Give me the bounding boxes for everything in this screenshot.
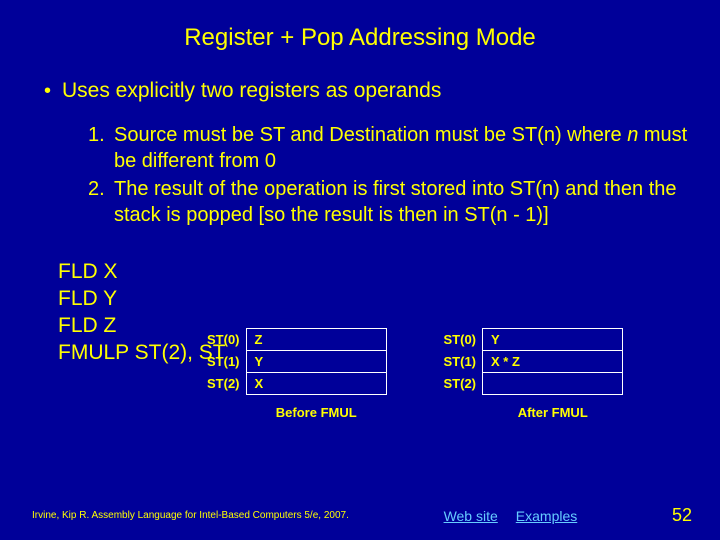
reg-value: Y	[246, 351, 386, 373]
bullet-text: Uses explicitly two registers as operand…	[62, 78, 441, 104]
numbered-list: 1. Source must be ST and Destination mus…	[28, 122, 692, 228]
reg-value: Z	[246, 329, 386, 351]
reg-label: ST(0)	[437, 329, 483, 351]
reg-value	[483, 373, 623, 395]
numbered-text: The result of the operation is first sto…	[114, 176, 692, 228]
numbered-text: Source must be ST and Destination must b…	[114, 122, 692, 174]
before-stack: ST(0) Z ST(1) Y ST(2) X Before FMUL	[200, 328, 387, 420]
slide: Register + Pop Addressing Mode • Uses ex…	[0, 0, 720, 540]
code-line: FLD X	[58, 258, 692, 285]
table-row: ST(2) X	[200, 373, 386, 395]
before-table: ST(0) Z ST(1) Y ST(2) X	[200, 328, 387, 395]
footer-links: Web site Examples	[444, 508, 578, 524]
after-stack: ST(0) Y ST(1) X * Z ST(2) After FMUL	[437, 328, 624, 420]
table-row: ST(1) Y	[200, 351, 386, 373]
examples-link[interactable]: Examples	[516, 508, 577, 524]
bullet-marker: •	[38, 78, 62, 104]
number-label: 1.	[88, 122, 114, 174]
table-row: ST(0) Z	[200, 329, 386, 351]
website-link[interactable]: Web site	[444, 508, 498, 524]
citation-text: Irvine, Kip R. Assembly Language for Int…	[32, 510, 349, 521]
bullet-item: • Uses explicitly two registers as opera…	[28, 78, 692, 104]
reg-label: ST(2)	[200, 373, 246, 395]
reg-value: X	[246, 373, 386, 395]
table-row: ST(0) Y	[437, 329, 623, 351]
reg-label: ST(0)	[200, 329, 246, 351]
before-caption: Before FMUL	[246, 405, 387, 420]
number-label: 2.	[88, 176, 114, 228]
reg-value: X * Z	[483, 351, 623, 373]
reg-label: ST(2)	[437, 373, 483, 395]
stack-tables: ST(0) Z ST(1) Y ST(2) X Before FMUL ST(0…	[200, 328, 623, 420]
reg-label: ST(1)	[200, 351, 246, 373]
table-row: ST(2)	[437, 373, 623, 395]
code-line: FLD Y	[58, 285, 692, 312]
page-number: 52	[672, 505, 692, 526]
reg-value: Y	[483, 329, 623, 351]
after-caption: After FMUL	[483, 405, 624, 420]
numbered-item-1: 1. Source must be ST and Destination mus…	[88, 122, 692, 174]
after-table: ST(0) Y ST(1) X * Z ST(2)	[437, 328, 624, 395]
numbered-item-2: 2. The result of the operation is first …	[88, 176, 692, 228]
slide-title: Register + Pop Addressing Mode	[28, 24, 692, 52]
footer: Irvine, Kip R. Assembly Language for Int…	[0, 505, 720, 526]
italic-n: n	[627, 124, 638, 146]
table-row: ST(1) X * Z	[437, 351, 623, 373]
reg-label: ST(1)	[437, 351, 483, 373]
